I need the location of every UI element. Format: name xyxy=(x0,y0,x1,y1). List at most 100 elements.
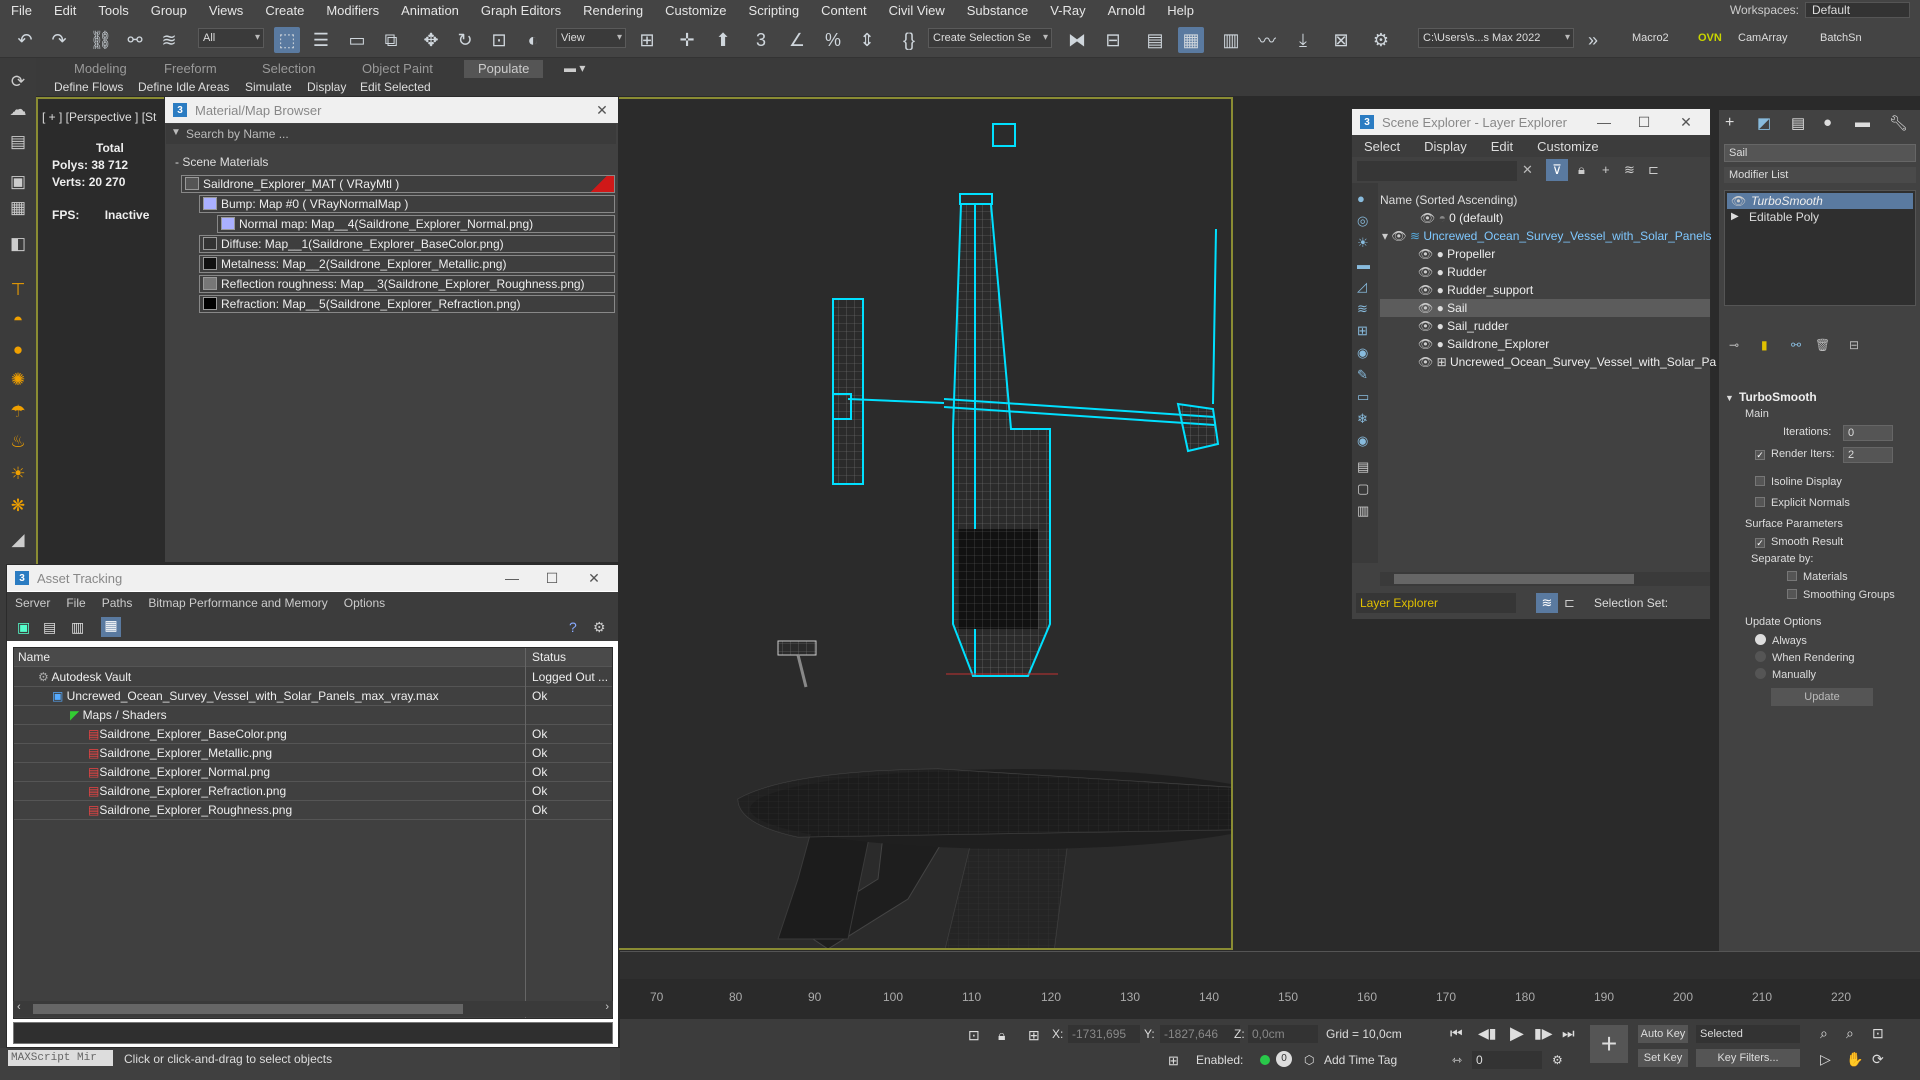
explicit-normals-checkbox[interactable]: Explicit Normals xyxy=(1755,497,1850,509)
scrollbar-thumb[interactable] xyxy=(1394,574,1634,584)
tree-item[interactable]: 👁︎ ● Saildrone_Explorer xyxy=(1418,335,1549,353)
project-path-dropdown[interactable]: C:\Users\s...s Max 2022 xyxy=(1418,28,1574,48)
tree-item[interactable]: 👁︎ ● Propeller xyxy=(1418,245,1495,263)
minimize-icon[interactable]: — xyxy=(502,568,522,588)
layers-icon[interactable]: ≋ xyxy=(1624,162,1635,178)
snaps-toggle-icon[interactable]: 3 xyxy=(748,27,774,53)
film-icon[interactable]: ◧ xyxy=(6,232,30,256)
material-row[interactable]: Reflection roughness: Map__3(Saildrone_E… xyxy=(199,275,615,293)
menu-vray[interactable]: V-Ray xyxy=(1039,3,1096,18)
ribbon-tab-selection[interactable]: Selection xyxy=(262,60,315,78)
selection-lock-icon[interactable]: 🔒︎ xyxy=(998,1027,1005,1044)
filter-shapes-icon[interactable]: ◎ xyxy=(1357,213,1368,229)
batch-button[interactable]: BatchSn xyxy=(1820,32,1862,44)
y-coordinate-field[interactable]: -1827,646 xyxy=(1160,1025,1240,1043)
minimize-icon[interactable]: — xyxy=(1594,112,1614,132)
menu-scripting[interactable]: Scripting xyxy=(738,3,811,18)
render-iters-spinner[interactable]: 2 xyxy=(1843,447,1893,463)
vray-object-icon[interactable]: ✺ xyxy=(6,368,30,392)
tree-item[interactable]: 👁︎ ● Rudder_support xyxy=(1418,281,1533,299)
create-tab-icon[interactable]: + xyxy=(1725,114,1734,132)
auto-key-button[interactable]: Auto Key xyxy=(1638,1025,1688,1043)
se-menu-edit[interactable]: Edit xyxy=(1479,139,1525,154)
spinner-snap-icon[interactable]: ⇕ xyxy=(854,27,880,53)
lock-icon[interactable]: 🔒︎ xyxy=(1578,162,1585,178)
tree-item[interactable]: 👁︎ ⊞ Uncrewed_Ocean_Survey_Vessel_with_S… xyxy=(1418,353,1716,371)
column-status[interactable]: Status xyxy=(532,648,612,667)
curve-editor-icon[interactable]: 〰 xyxy=(1254,27,1280,53)
add-time-tag-button[interactable]: Add Time Tag xyxy=(1324,1053,1397,1067)
name-column-header[interactable]: Name (Sorted Ascending) xyxy=(1380,193,1517,207)
eye-icon[interactable]: 👁︎ xyxy=(1418,319,1437,333)
tag-icon[interactable]: ⬡ xyxy=(1304,1053,1314,1067)
table-row[interactable]: ◤ Maps / Shaders xyxy=(14,706,612,725)
time-ruler[interactable]: 70 80 90 100 110 120 130 140 150 160 170… xyxy=(620,951,1920,1004)
maxscript-listener[interactable]: MAXScript Mir xyxy=(8,1050,113,1066)
eye-icon[interactable]: 👁︎ xyxy=(1418,265,1437,279)
stack-eye-icon[interactable]: 👁︎ xyxy=(1731,194,1746,208)
move-icon[interactable]: ✥ xyxy=(418,27,444,53)
eye-icon[interactable]: 👁︎ xyxy=(1391,229,1410,243)
toggle-scene-explorer-icon[interactable]: ▤ xyxy=(1142,27,1168,53)
toggle-layer-explorer-icon[interactable]: ▦ xyxy=(1178,27,1204,53)
ribbon-tab-freeform[interactable]: Freeform xyxy=(164,60,217,78)
scroll-right-icon[interactable]: › xyxy=(605,1001,609,1013)
isoline-checkbox[interactable]: Isoline Display xyxy=(1755,476,1842,488)
eye-icon[interactable]: 👁︎ xyxy=(1418,301,1437,315)
material-row[interactable]: Bump: Map #0 ( VRayNormalMap ) xyxy=(199,195,615,213)
ribbon-tab-object-paint[interactable]: Object Paint xyxy=(362,60,433,78)
smoothing-groups-checkbox[interactable]: Smoothing Groups xyxy=(1787,589,1895,601)
edit-named-selection-icon[interactable]: {} xyxy=(896,27,922,53)
selection-filter-dropdown[interactable]: All xyxy=(198,28,264,48)
orbit-icon[interactable]: ☁ xyxy=(6,98,30,122)
show-end-result-icon[interactable]: ▮ xyxy=(1761,338,1768,352)
goto-start-icon[interactable]: ⏮ xyxy=(1450,1025,1463,1042)
display-tab-icon[interactable]: ▬ xyxy=(1855,114,1870,131)
menu-file[interactable]: File xyxy=(0,3,43,18)
rotate-icon[interactable]: ↻ xyxy=(452,27,478,53)
configure-sets-icon[interactable]: ⊟ xyxy=(1849,338,1859,352)
filter-cameras-icon[interactable]: ▬ xyxy=(1357,257,1370,272)
material-editor-icon[interactable]: ⊠ xyxy=(1328,27,1354,53)
collapse-icon[interactable]: ▼ xyxy=(1725,393,1734,403)
vray-dome-icon[interactable]: ◓ xyxy=(6,308,30,332)
vray-sun-icon[interactable]: ☀ xyxy=(6,462,30,486)
ribbon-toggle-icon[interactable]: ▥ xyxy=(1218,27,1244,53)
menu-rendering[interactable]: Rendering xyxy=(572,3,654,18)
material-row[interactable]: Normal map: Map__4(Saildrone_Explorer_No… xyxy=(217,215,615,233)
current-frame-field[interactable]: 0 xyxy=(1472,1051,1542,1069)
settings-icon[interactable]: ⚙ xyxy=(593,619,606,636)
ribbon-tab-populate[interactable]: Populate xyxy=(464,60,544,78)
camera-icon[interactable]: ▦ xyxy=(6,196,30,220)
asset-menu-options[interactable]: Options xyxy=(336,596,393,610)
camarray-button[interactable]: CamArray xyxy=(1738,32,1788,44)
timeline-track[interactable]: 70 80 90 100 110 120 130 140 150 160 170… xyxy=(620,951,1920,1019)
vray-plane-icon[interactable]: ◢ xyxy=(6,528,30,552)
filter-invert-icon[interactable]: ▥ xyxy=(1357,503,1369,519)
filter-hidden-icon[interactable]: ◉ xyxy=(1357,433,1368,449)
clear-search-icon[interactable]: ✕ xyxy=(1522,162,1533,178)
select-object-icon[interactable]: ⬚ xyxy=(274,27,300,53)
smooth-result-checkbox[interactable]: ✓ Smooth Result xyxy=(1755,536,1843,548)
enabled-indicator[interactable] xyxy=(1260,1055,1270,1065)
layer-hierarchy-icon[interactable]: ⊏ xyxy=(1564,595,1575,611)
ovn-button[interactable]: OVN xyxy=(1698,32,1722,44)
menu-content[interactable]: Content xyxy=(810,3,878,18)
tree-item[interactable]: 👁︎ ● Rudder xyxy=(1418,263,1487,281)
help-icon[interactable]: ? xyxy=(569,619,577,635)
vray-sphere-icon[interactable]: ● xyxy=(6,338,30,362)
z-coordinate-field[interactable]: 0,0cm xyxy=(1248,1025,1318,1043)
list-view-icon[interactable]: ▤ xyxy=(43,619,56,636)
ribbon-edit-selected[interactable]: Edit Selected xyxy=(360,79,431,95)
play-icon[interactable]: ▶ xyxy=(1510,1023,1524,1044)
absolute-mode-icon[interactable]: ⊞ xyxy=(1028,1027,1040,1044)
tree-item[interactable]: 👁︎ ● Sail_rudder xyxy=(1418,317,1509,335)
window-crossing-icon[interactable]: ⧉ xyxy=(378,27,404,53)
keyboard-shortcut-icon[interactable]: ⬆ xyxy=(710,27,736,53)
update-button[interactable]: Update xyxy=(1771,688,1873,706)
filter-xrefs-icon[interactable]: ◉ xyxy=(1357,345,1368,361)
asset-path-input[interactable] xyxy=(13,1022,613,1044)
table-row[interactable]: ▤Saildrone_Explorer_Metallic.png Ok xyxy=(14,744,612,763)
redo-icon[interactable]: ↷ xyxy=(46,27,72,53)
asset-tracking-titlebar[interactable]: 3 Asset Tracking — ☐ ✕ xyxy=(7,565,618,591)
